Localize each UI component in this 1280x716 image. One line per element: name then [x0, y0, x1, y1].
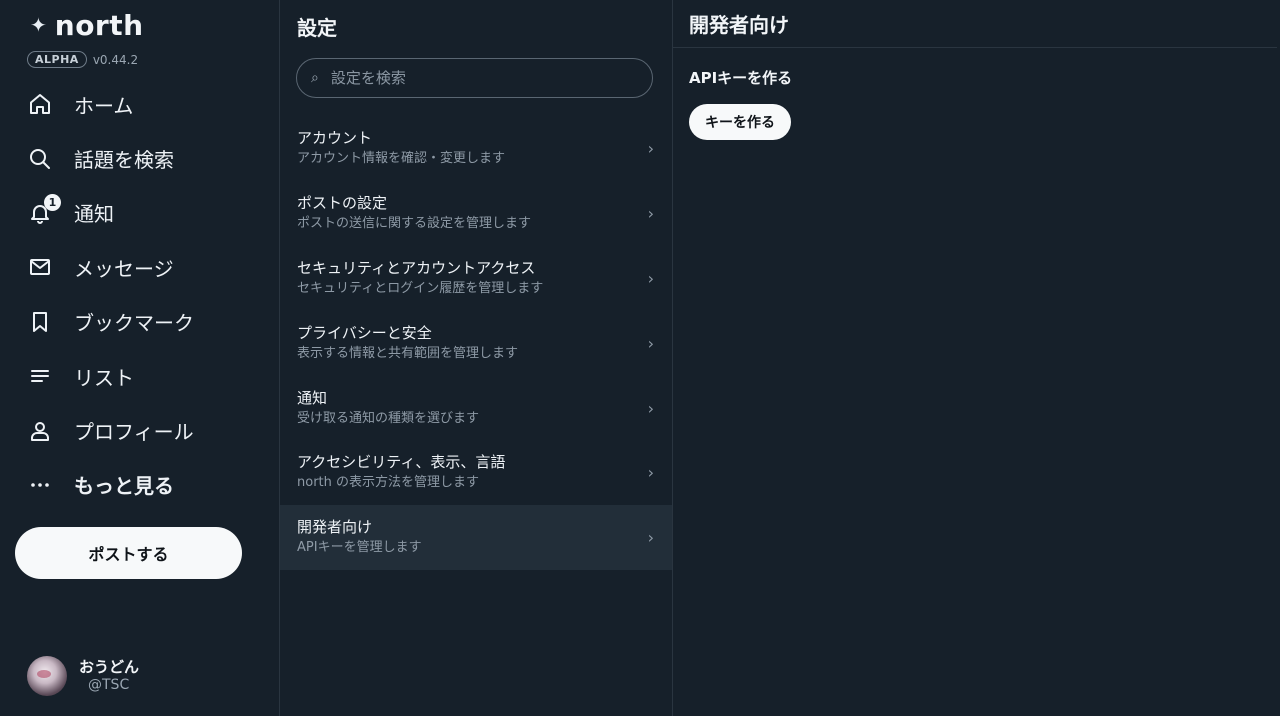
app-name: north — [54, 8, 144, 42]
avatar — [27, 656, 67, 696]
chevron-right-icon: › — [647, 268, 654, 288]
post-button[interactable]: ポストする — [15, 527, 242, 579]
nav-item-notifications[interactable]: 1 通知 — [0, 186, 279, 240]
sparkle-icon: ✦ — [30, 13, 47, 37]
settings-menu: アカウント アカウント情報を確認・変更します › ポストの設定 ポストの送信に関… — [280, 116, 672, 571]
account-switcher[interactable]: おうどん @TSC — [27, 656, 139, 696]
nav-label: ブックマーク — [74, 311, 194, 336]
alpha-badge: ALPHA — [27, 51, 87, 68]
settings-item-subtitle: 表示する情報と共有範囲を管理します — [297, 345, 519, 361]
settings-search-input[interactable] — [328, 68, 633, 88]
version-row: ALPHA v0.44.2 — [27, 51, 138, 68]
settings-item-text: アクセシビリティ、表示、言語 north の表示方法を管理します — [297, 452, 505, 493]
settings-item-title: ポストの設定 — [297, 193, 388, 212]
settings-item-subtitle: 受け取る通知の種類を選びます — [297, 410, 480, 426]
nav-item-messages[interactable]: メッセージ — [0, 240, 279, 294]
settings-item-text: プライバシーと安全 表示する情報と共有範囲を管理します — [297, 323, 518, 364]
chevron-right-icon: › — [647, 398, 654, 418]
chevron-right-icon: › — [647, 528, 654, 548]
nav-label: プロフィール — [74, 420, 194, 445]
bookmark-icon — [28, 310, 52, 334]
notification-count-badge: 1 — [44, 193, 61, 211]
nav-item-profile[interactable]: プロフィール — [0, 403, 279, 457]
developer-title: 開発者向け — [689, 13, 789, 37]
bell-icon: 1 — [28, 193, 61, 225]
version-text: v0.44.2 — [92, 52, 139, 67]
nav-label: 通知 — [74, 202, 114, 227]
main-nav: ホーム 話題を検索 1 通知 メッセージ ブックマーク リスト プロフィール も… — [0, 77, 279, 512]
settings-item-subtitle: ポストの送信に関する設定を管理します — [297, 215, 532, 231]
chevron-right-icon: › — [647, 138, 654, 158]
nav-item-bookmarks[interactable]: ブックマーク — [0, 295, 279, 349]
settings-item-subtitle: アカウント情報を確認・変更します — [297, 150, 506, 166]
nav-label: もっと見る — [74, 474, 174, 499]
nav-item-more[interactable]: もっと見る — [0, 458, 279, 512]
developer-header: 開発者向け — [673, 0, 1277, 48]
settings-item-subtitle: APIキーを管理します — [297, 540, 422, 556]
app-root: ✦ north ALPHA v0.44.2 ホーム 話題を検索 1 通知 メッセ… — [0, 0, 1280, 716]
api-key-section-title: APIキーを作る — [689, 69, 793, 87]
mail-icon — [28, 255, 52, 279]
search-icon — [28, 147, 52, 171]
list-icon — [28, 364, 52, 388]
settings-item-title: セキュリティとアカウントアクセス — [297, 258, 536, 277]
sidebar: ✦ north ALPHA v0.44.2 ホーム 話題を検索 1 通知 メッセ… — [0, 0, 280, 716]
settings-item-text: ポストの設定 ポストの送信に関する設定を管理します — [297, 193, 531, 234]
settings-item-subtitle: セキュリティとログイン履歴を管理します — [297, 280, 544, 296]
more-icon — [28, 473, 52, 497]
settings-column: 設定 ⌕ アカウント アカウント情報を確認・変更します › ポストの設定 ポスト… — [280, 0, 673, 716]
settings-item-text: 開発者向け APIキーを管理します — [297, 517, 422, 558]
search-icon: ⌕ — [311, 70, 319, 86]
settings-item-security[interactable]: セキュリティとアカウントアクセス セキュリティとログイン履歴を管理します › — [280, 246, 672, 311]
chevron-right-icon: › — [647, 333, 654, 353]
settings-title: 設定 — [297, 16, 337, 40]
settings-item-post[interactable]: ポストの設定 ポストの送信に関する設定を管理します › — [280, 181, 672, 246]
settings-item-title: 開発者向け — [297, 518, 373, 537]
nav-label: リスト — [74, 365, 134, 390]
settings-item-subtitle: north の表示方法を管理します — [297, 475, 480, 491]
settings-item-account[interactable]: アカウント アカウント情報を確認・変更します › — [280, 116, 672, 181]
nav-label: ホーム — [74, 93, 134, 118]
settings-item-title: 通知 — [297, 388, 328, 407]
settings-search[interactable]: ⌕ — [296, 58, 653, 98]
settings-item-privacy[interactable]: プライバシーと安全 表示する情報と共有範囲を管理します › — [280, 311, 672, 376]
chevron-right-icon: › — [647, 203, 654, 223]
nav-item-lists[interactable]: リスト — [0, 349, 279, 403]
nav-item-home[interactable]: ホーム — [0, 77, 279, 131]
settings-item-developer[interactable]: 開発者向け APIキーを管理します › — [280, 505, 672, 571]
chevron-right-icon: › — [647, 463, 654, 483]
settings-item-title: プライバシーと安全 — [297, 323, 432, 342]
settings-item-accessibility[interactable]: アクセシビリティ、表示、言語 north の表示方法を管理します › — [280, 440, 672, 505]
settings-item-title: アカウント — [297, 128, 373, 147]
user-display-name: おうどん — [79, 658, 140, 676]
logo[interactable]: ✦ north — [30, 8, 144, 42]
settings-item-text: アカウント アカウント情報を確認・変更します — [297, 128, 505, 169]
user-info: おうどん @TSC — [79, 658, 139, 694]
settings-item-text: セキュリティとアカウントアクセス セキュリティとログイン履歴を管理します — [297, 258, 543, 299]
person-icon — [28, 419, 52, 443]
nav-item-explore[interactable]: 話題を検索 — [0, 131, 279, 185]
create-key-button[interactable]: キーを作る — [689, 104, 791, 140]
settings-item-notifications[interactable]: 通知 受け取る通知の種類を選びます › — [280, 376, 672, 441]
nav-label: メッセージ — [74, 256, 174, 281]
user-handle: @TSC — [88, 677, 130, 693]
settings-item-text: 通知 受け取る通知の種類を選びます — [297, 388, 479, 429]
developer-panel: 開発者向け APIキーを作る キーを作る — [673, 0, 1277, 716]
home-icon — [28, 92, 52, 116]
nav-label: 話題を検索 — [74, 148, 174, 173]
settings-item-title: アクセシビリティ、表示、言語 — [297, 453, 506, 472]
